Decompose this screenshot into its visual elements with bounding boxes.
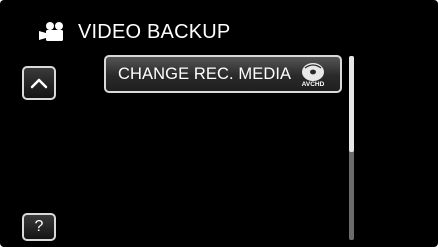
help-label: ? bbox=[34, 218, 44, 235]
camera-menu-screen: VIDEO BACKUP CHANGE REC. MEDIA AVCHD ? bbox=[0, 0, 438, 247]
menu-header: VIDEO BACKUP bbox=[38, 18, 230, 46]
avchd-disc-icon: AVCHD bbox=[302, 63, 325, 88]
svg-text:AVCHD: AVCHD bbox=[302, 81, 325, 88]
scrollbar[interactable] bbox=[349, 56, 354, 240]
help-button[interactable]: ? bbox=[22, 213, 56, 241]
video-camera-icon bbox=[39, 22, 63, 41]
menu-item-label: CHANGE REC. MEDIA bbox=[118, 64, 292, 83]
page-title: VIDEO BACKUP bbox=[78, 21, 231, 43]
scrollbar-thumb[interactable] bbox=[349, 56, 354, 152]
chevron-up-icon bbox=[30, 78, 48, 89]
scroll-up-button[interactable] bbox=[22, 66, 56, 100]
change-rec-media-button[interactable]: CHANGE REC. MEDIA AVCHD bbox=[104, 55, 342, 93]
